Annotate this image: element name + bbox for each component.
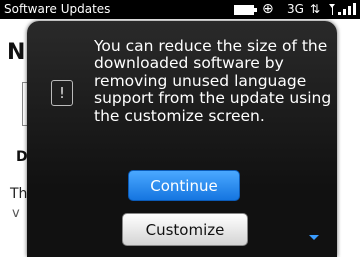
battery-icon — [234, 5, 257, 15]
signal-icon — [329, 3, 356, 15]
status-bar-title: Software Updates — [4, 2, 111, 16]
network-type-label: 3G — [287, 2, 304, 16]
body-text-fragment: Th — [10, 186, 28, 202]
update-dialog: ! You can reduce the size of the downloa… — [27, 21, 337, 257]
gps-icon: ⊕ — [262, 1, 274, 17]
status-bar: Software Updates ⊕ 3G ⇅ — [0, 0, 360, 19]
data-arrows-icon: ⇅ — [310, 2, 321, 16]
continue-button[interactable]: Continue — [128, 170, 240, 201]
page-heading-fragment: N — [7, 40, 26, 65]
customize-button[interactable]: Customize — [122, 213, 248, 246]
section-label-fragment: D — [16, 149, 28, 165]
scroll-down-icon[interactable] — [309, 235, 319, 240]
body-text-fragment-2: v — [12, 206, 20, 221]
info-icon: ! — [51, 80, 73, 106]
dialog-message: You can reduce the size of the downloade… — [94, 37, 332, 125]
